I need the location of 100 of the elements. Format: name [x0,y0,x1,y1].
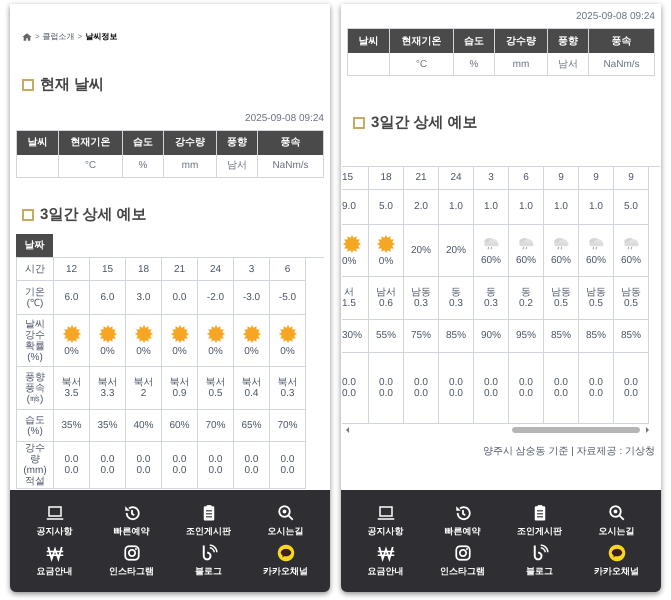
section-marker-icon [22,208,34,221]
nav-button[interactable]: 인스타그램 [424,542,501,580]
table-cell: 60% [516,254,536,266]
table-cell: 6 [523,172,529,183]
table-cell: 9.0 [342,201,356,212]
table-cell: 북서 0.9 [170,377,190,399]
nav-button[interactable]: 공지사항 [16,502,93,540]
table-cell: 0.0 [172,292,186,303]
table-cell: 남동 0.5 [586,286,606,308]
table-cell: °C [390,53,454,76]
table-cell: 남동 0.3 [411,286,431,308]
table-cell: 24 [210,264,222,274]
nav-button[interactable]: 빠른예약 [93,502,170,540]
table-cell: 15 [102,264,114,274]
table-cell: 2.0 [414,201,428,212]
table-cell: 0.0 0.0 [589,376,603,398]
table-cell: 20% [446,244,466,256]
forecast-table[interactable] [342,166,660,424]
table-cell: 55% [376,330,396,341]
sun-icon [134,324,154,344]
table-cell: 85% [620,330,641,341]
table-cell: 0% [136,346,151,357]
table-cell: 0.0 0.0 [449,376,463,398]
table-cell: 남서 0.6 [376,286,396,308]
table-cell: 북서 0.4 [242,377,262,399]
nav-button[interactable]: 카카오채널 [247,542,324,580]
nav-button[interactable]: 조인게시판 [501,502,578,540]
nav-button[interactable]: 공지사항 [347,502,424,540]
search-icon [608,504,626,522]
table-cell: 6.0 [100,292,114,303]
table-cell: 북서 3.3 [98,377,118,399]
table-cell: 60% [620,254,641,266]
table-cell: 60% [169,420,190,431]
breadcrumb-link[interactable]: 클럽소개 [42,31,75,43]
table-cell: 0.0 0.0 [280,454,294,476]
table-cell: 9 [558,172,564,183]
column-header: 풍향 [217,130,258,154]
nav-button[interactable]: 오시는길 [247,502,324,540]
date-header: 날짜 [16,234,53,257]
nav-button[interactable]: 요금안내 [347,542,424,580]
table-cell: 9 [628,172,634,183]
history-icon [122,504,140,522]
sun-icon [242,324,262,344]
table-cell: 21 [415,172,427,183]
table-cell: 북서 0.5 [206,377,226,399]
nav-button[interactable]: 오시는길 [578,502,655,540]
column-header: 습도 [454,29,495,53]
table-cell: 18 [380,172,392,183]
nav-button[interactable]: 블로그 [170,542,247,580]
table-cell: 북서 3.5 [62,377,82,399]
table-cell: -5.0 [278,292,296,303]
nav-button[interactable]: 카카오채널 [578,542,655,580]
camera-icon [122,544,140,562]
table-cell: 1.0 [554,201,568,212]
nav-button[interactable]: 블로그 [501,542,578,580]
table-cell: 85% [446,330,466,341]
table-cell: 85% [550,330,571,341]
table-cell: 35% [61,420,82,431]
sun-icon [342,234,362,254]
table-cell: 1.0 [519,201,533,212]
forecast-table[interactable] [16,257,324,489]
history-icon [454,504,472,522]
column-header: 현재기온 [59,130,123,154]
table-cell: 0% [280,346,295,357]
table-cell: 60% [586,254,606,266]
table-cell: 0.0 0.0 [554,376,568,398]
row-header: 풍향 풍속 (㎧) [17,367,54,410]
table-cell: 18 [138,264,150,274]
table-cell: 동 0.2 [519,286,533,308]
table-cell: 0.0 0.0 [379,376,393,398]
nav-button[interactable]: 조인게시판 [170,502,247,540]
table-cell: 남서 [548,53,589,76]
table-cell: NaNm/s [589,53,655,76]
table-cell: 남서 [217,154,258,178]
table-cell: 5.0 [624,201,638,212]
column-header: 날씨 [17,130,59,154]
column-header: 현재기온 [390,29,454,53]
table-cell: 동 0.3 [484,286,498,308]
table-cell: 남동 0.5 [621,286,641,308]
row-header: 기온 (℃) [17,281,54,315]
table-cell: 0.0 0.0 [100,454,114,476]
table-cell: 0% [378,256,394,266]
nav-button[interactable]: 요금안내 [16,542,93,580]
laptop-icon [376,504,394,522]
table-cell: % [123,154,164,178]
column-header: 강수량 [164,130,217,154]
column-header: 풍속 [258,130,324,154]
table-cell: 35% [97,420,118,431]
chat-bubble-icon [276,544,294,562]
nav-button[interactable]: 인스타그램 [93,542,170,580]
nav-button[interactable]: 빠른예약 [424,502,501,540]
section-marker-icon [22,79,34,92]
table-cell: 21 [174,264,186,274]
table-cell: 0.0 0.0 [342,376,356,398]
column-header: 풍속 [589,29,655,53]
timestamp: 2025-09-08 09:24 [245,112,324,126]
table-cell: 0.0 0.0 [244,454,258,476]
breadcrumb-link[interactable]: 날씨정보 [85,31,118,43]
table-cell: 동 0.3 [449,286,463,308]
table-cell: 0.0 0.0 [172,454,186,476]
